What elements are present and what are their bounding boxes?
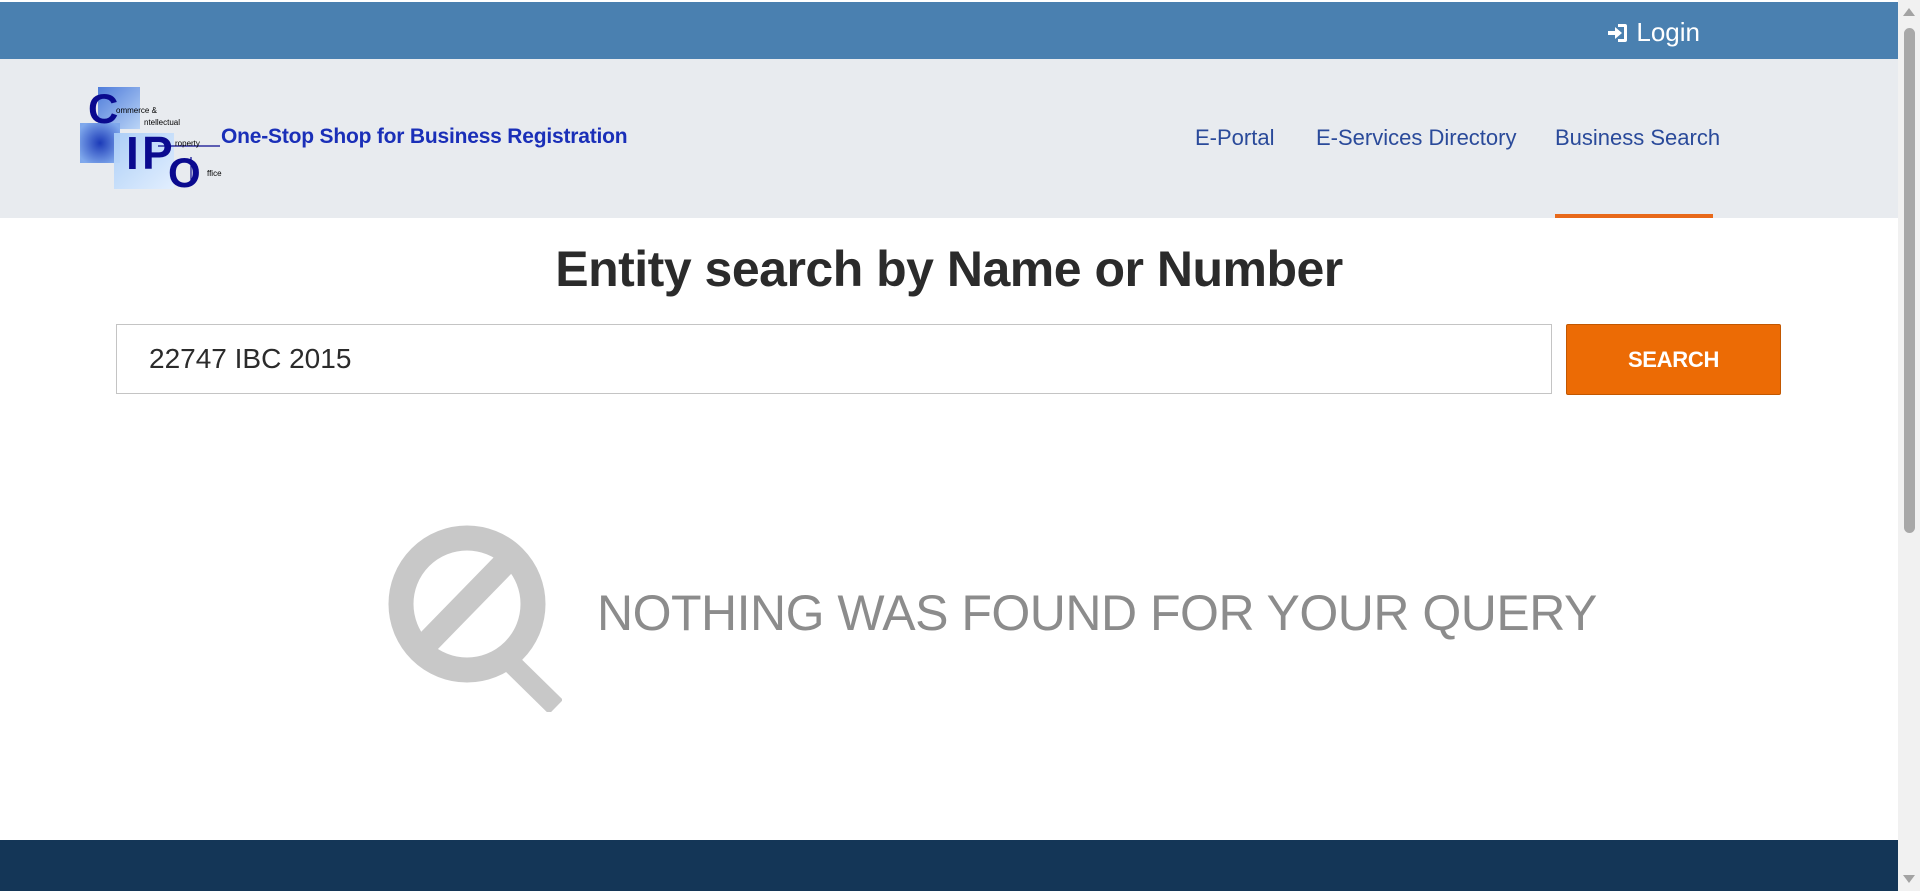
scroll-up-arrow-icon[interactable] <box>1903 8 1915 16</box>
svg-text:C: C <box>88 87 118 132</box>
cipo-logo: C I P O ommerce & ntellectual roperty ff… <box>80 87 222 189</box>
nav-e-services-directory[interactable]: E-Services Directory <box>1316 125 1516 151</box>
empty-results-message: NOTHING WAS FOUND FOR YOUR QUERY <box>597 585 1597 641</box>
svg-text:I: I <box>126 127 139 179</box>
scroll-down-arrow-icon[interactable] <box>1903 875 1915 883</box>
scrollbar-thumb[interactable] <box>1904 28 1915 533</box>
vertical-scrollbar[interactable] <box>1898 0 1920 891</box>
svg-text:ommerce &: ommerce & <box>116 106 158 115</box>
nav-business-search[interactable]: Business Search <box>1555 125 1720 151</box>
site-header: C I P O ommerce & ntellectual roperty ff… <box>0 59 1898 218</box>
page: Login C I P O ommerce & ntellectual rope… <box>0 0 1898 891</box>
site-footer <box>0 840 1898 891</box>
login-label: Login <box>1636 17 1700 47</box>
svg-text:roperty: roperty <box>175 139 200 148</box>
nav-e-portal[interactable]: E-Portal <box>1195 125 1274 151</box>
top-bar: Login <box>0 2 1898 59</box>
page-title: Entity search by Name or Number <box>555 241 1343 297</box>
login-link[interactable]: Login <box>1606 17 1700 48</box>
site-tagline[interactable]: One-Stop Shop for Business Registration <box>221 125 628 149</box>
sign-in-icon <box>1608 23 1628 42</box>
no-results-magnifier-icon <box>388 525 562 712</box>
search-button[interactable]: SEARCH <box>1566 324 1781 395</box>
search-input[interactable] <box>116 324 1552 394</box>
svg-text:ntellectual: ntellectual <box>144 118 180 127</box>
svg-text:ffice: ffice <box>207 169 222 178</box>
svg-text:O: O <box>168 149 201 189</box>
active-nav-indicator <box>1555 214 1713 218</box>
